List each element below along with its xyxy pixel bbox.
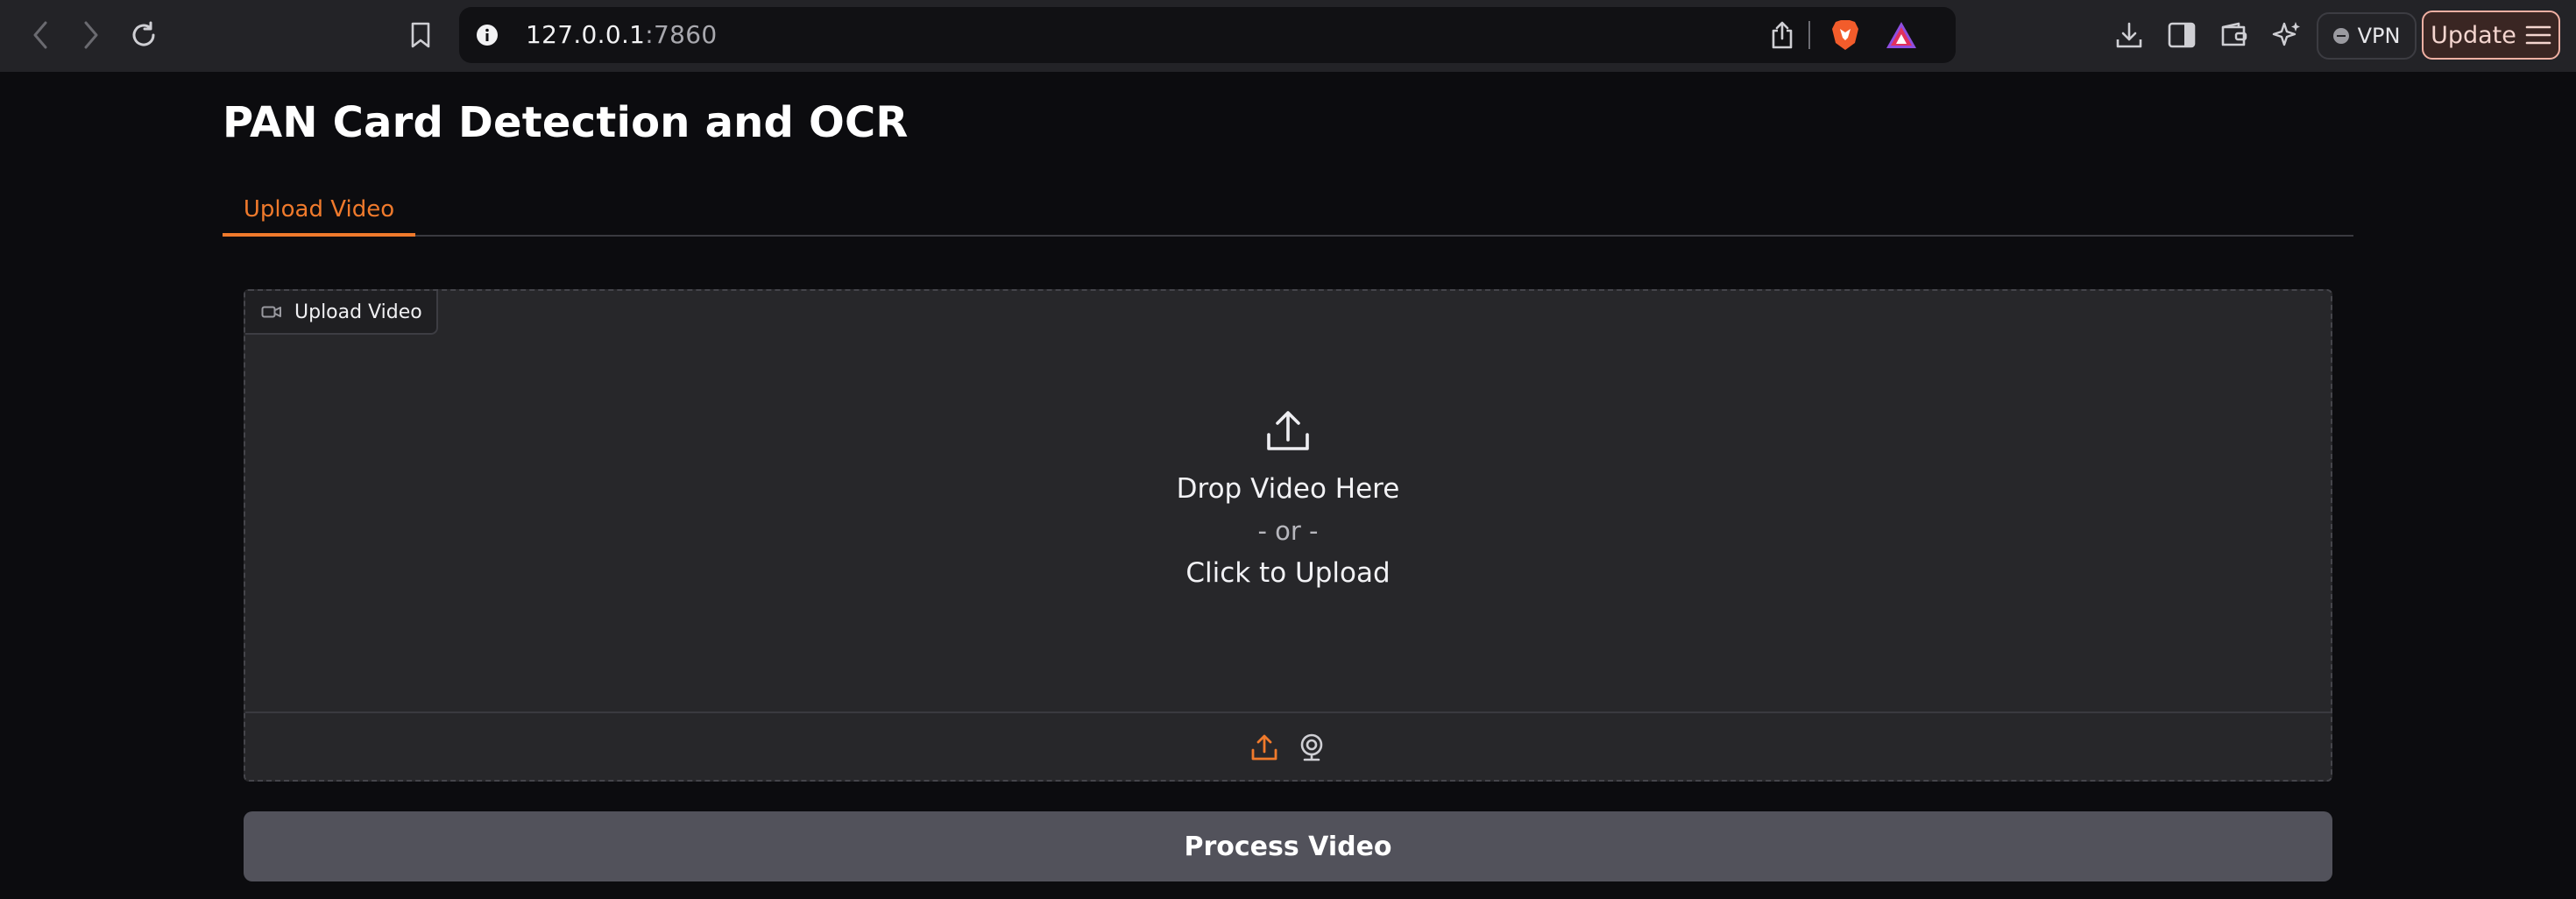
process-video-button[interactable]: Process Video xyxy=(244,811,2332,881)
upload-source-button[interactable] xyxy=(1250,733,1278,761)
brave-rewards-icon[interactable] xyxy=(1884,19,1919,51)
webcam-source-button[interactable] xyxy=(1298,733,1326,762)
tab-upload-video[interactable]: Upload Video xyxy=(223,186,415,237)
browser-toolbar: 127.0.0.1:7860 VPN Update xyxy=(0,0,2576,72)
url-port: :7860 xyxy=(645,20,718,49)
update-button[interactable]: Update xyxy=(2422,11,2560,60)
brave-shields-icon[interactable] xyxy=(1828,18,1863,53)
menu-icon xyxy=(2525,25,2551,45)
page-title: PAN Card Detection and OCR xyxy=(223,98,909,147)
site-info-icon[interactable] xyxy=(475,23,499,47)
share-icon[interactable] xyxy=(1766,19,1798,51)
sidebar-icon[interactable] xyxy=(2164,18,2199,53)
video-camera-icon xyxy=(261,306,281,318)
click-to-upload-text: Click to Upload xyxy=(1185,557,1391,589)
url-text: 127.0.0.1:7860 xyxy=(526,7,718,63)
url-separator xyxy=(1808,21,1810,49)
downloads-icon[interactable] xyxy=(2112,18,2147,53)
update-label: Update xyxy=(2431,21,2516,49)
vpn-label: VPN xyxy=(2357,24,2401,48)
tab-divider xyxy=(223,235,2353,237)
wallet-icon[interactable] xyxy=(2217,18,2252,53)
reload-icon[interactable] xyxy=(126,18,161,53)
upload-arrow-icon xyxy=(1267,411,1309,450)
drop-video-text: Drop Video Here xyxy=(1176,473,1400,505)
tab-bar: Upload Video xyxy=(223,186,2353,237)
vpn-button[interactable]: VPN xyxy=(2317,12,2417,60)
upload-video-label-text: Upload Video xyxy=(294,301,422,323)
bookmark-icon[interactable] xyxy=(403,18,438,53)
back-icon[interactable] xyxy=(25,19,56,51)
video-upload-panel: Drop Video Here - or - Click to Upload U… xyxy=(244,289,2332,782)
forward-icon[interactable] xyxy=(75,19,107,51)
upload-video-label: Upload Video xyxy=(245,291,438,335)
leo-ai-icon[interactable] xyxy=(2269,18,2304,53)
vpn-status-icon xyxy=(2332,28,2349,44)
url-host: 127.0.0.1 xyxy=(526,20,646,49)
webcam-icon xyxy=(1300,733,1323,761)
video-drop-zone[interactable]: Drop Video Here - or - Click to Upload xyxy=(245,291,2331,711)
upload-icon xyxy=(1251,734,1277,761)
address-bar[interactable]: 127.0.0.1:7860 xyxy=(459,7,1956,63)
or-separator-text: - or - xyxy=(1257,516,1319,546)
upload-source-bar xyxy=(245,711,2331,782)
